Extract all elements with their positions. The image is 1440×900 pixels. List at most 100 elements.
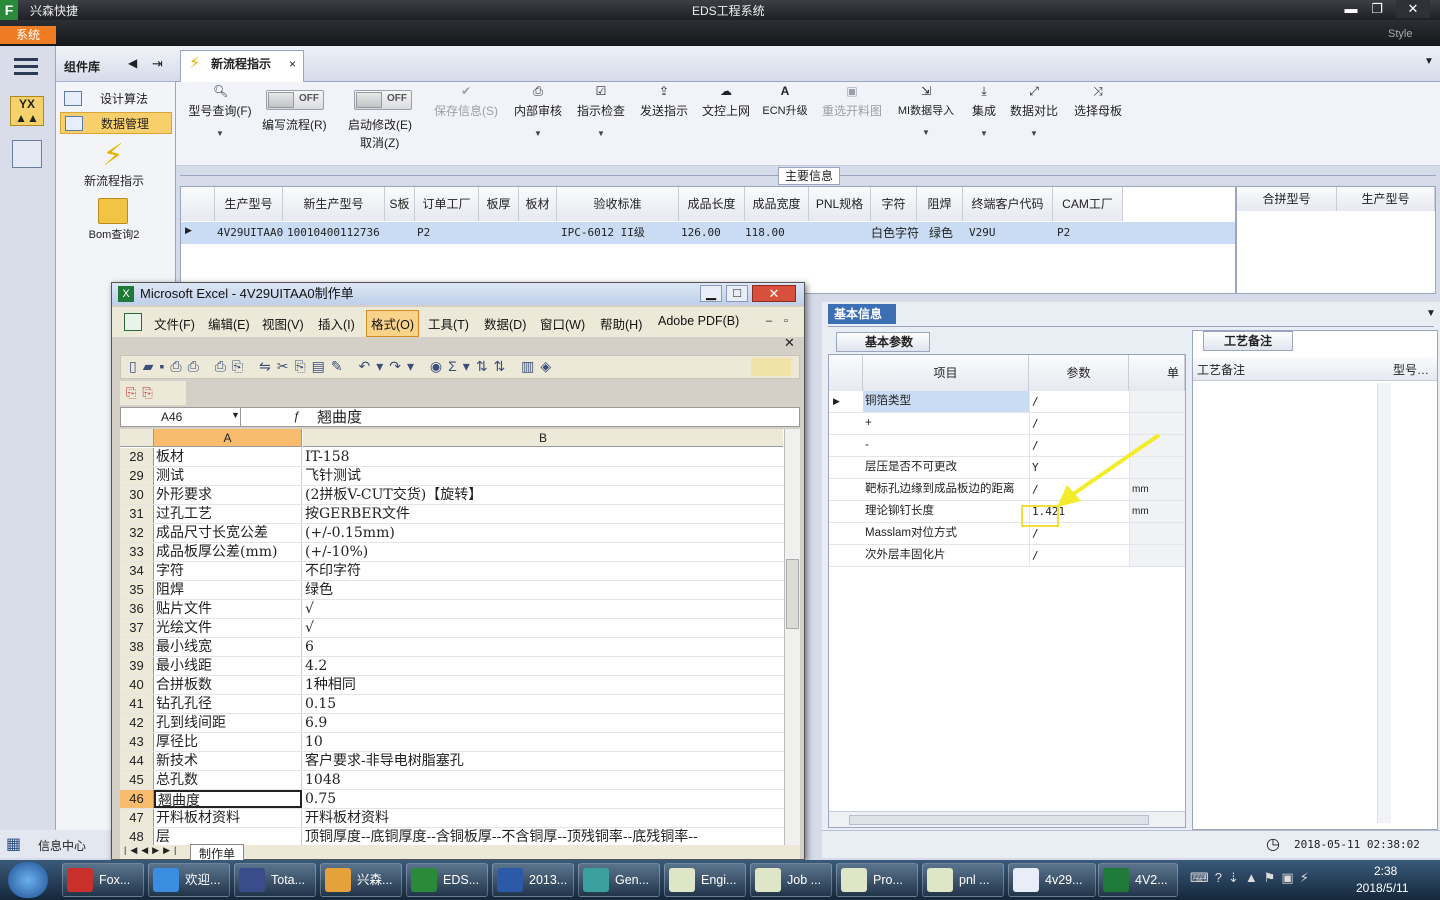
column-header[interactable]: 订单工厂 [415,187,479,221]
select-all-corner[interactable] [120,429,154,447]
tab-process-notes[interactable]: 工艺备注 [1203,331,1293,351]
style-label[interactable]: Style [1388,28,1412,40]
maximize-button[interactable]: ❐ [1360,0,1394,18]
instruction-check-button[interactable]: ☑ 指示检查 ▼ [574,82,628,166]
collapse-left-icon[interactable]: ◀ [128,56,137,70]
column-header-a[interactable]: A [154,429,302,447]
tree-item-data-management[interactable]: 数据管理 [60,112,172,134]
column-header[interactable]: 生产型号 [215,187,283,221]
cell-solder-mask[interactable]: 绿色 [929,223,953,243]
menu-help[interactable]: 帮助(H) [600,314,642,333]
table-row[interactable]: 43 厚径比 10 [120,733,784,752]
excel-close-button[interactable]: ✕ [752,285,796,302]
taskbar-item[interactable]: 4v29... [1008,863,1096,897]
taskbar-item[interactable]: Pro... [836,863,918,897]
table-row[interactable]: 30 外形要求 (2拼板V-CUT交货)【旋转】 [120,486,784,505]
tab-close-icon[interactable]: × [289,51,296,77]
basic-info-tab[interactable]: 基本信息 [828,304,896,324]
name-box-dropdown-icon[interactable]: ▼ [231,410,240,420]
ecn-upgrade-button[interactable]: A ECN升级 [760,82,810,166]
table-row[interactable]: 47 开料板材资料 开料板材资料 [120,809,784,828]
column-header[interactable]: 型号… [1393,361,1429,378]
column-header[interactable]: 项目 [863,355,1029,391]
sheet-nav-icons[interactable]: |◀◀▶▶| [124,845,180,856]
column-header[interactable]: CAM工厂 [1053,187,1123,221]
taskbar-item[interactable]: Fox... [62,863,144,897]
column-header[interactable]: 阻焊 [917,187,963,221]
menu-edit[interactable]: 编辑(E) [208,314,250,333]
taskbar-item[interactable]: Job ... [750,863,832,897]
table-row[interactable]: 31 过孔工艺 按GERBER文件 [120,505,784,524]
fill-color-icon[interactable] [751,358,791,376]
horizontal-scrollbar[interactable] [829,811,1185,827]
taskbar-item[interactable]: 欢迎... [148,863,230,897]
excel-minimize-button[interactable]: ▁ [700,285,722,302]
table-row[interactable]: 33 成品板厚公差(mm) (+/-10%) [120,543,784,562]
table-row[interactable]: 38 最小线宽 6 [120,638,784,657]
yx-module-icon[interactable]: YX ▲▲ [10,96,44,126]
excel-maximize-button[interactable]: □ [726,285,748,302]
internal-audit-button[interactable]: ⎙ 内部审核 ▼ [510,82,566,166]
start-edit-toggle[interactable]: OFF [354,90,412,110]
menu-format[interactable]: 格式(O) [366,310,420,337]
table-row[interactable]: 40 合拼板数 1种相同 [120,676,784,695]
data-compare-button[interactable]: ⤢ 数据对比 ▼ [1008,82,1060,166]
taskbar-item[interactable]: Gen... [578,863,660,897]
function-icon[interactable]: ƒ [293,409,300,423]
cell-silkscreen[interactable]: 白色字符 [871,223,919,243]
table-row[interactable]: 39 最小线距 4.2 [120,657,784,676]
workbook-close-icon[interactable]: ✕ [784,335,795,351]
cell-customer-code[interactable]: V29U [969,223,996,243]
table-row[interactable]: 32 成品尺寸长宽公差 (+/-0.15mm) [120,524,784,543]
integrate-button[interactable]: ⤓ 集成 ▼ [966,82,1002,166]
select-master-board-button[interactable]: ⤨ 选择母板 [1072,82,1124,166]
folder-icon[interactable] [98,198,128,224]
taskbar-item[interactable]: EDS... [406,863,488,897]
column-header[interactable]: 终端客户代码 [963,187,1053,221]
mi-data-import-button[interactable]: ⇲ MI数据导入 ▼ [894,82,958,166]
column-header[interactable]: 成品宽度 [745,187,809,221]
taskbar-item[interactable]: Engi... [664,863,746,897]
new-flow-shortcut-label[interactable]: 新流程指示 [56,172,172,189]
hamburger-menu-icon[interactable] [14,58,38,76]
write-flow-toggle[interactable]: OFF [266,90,324,110]
column-header[interactable]: 工艺备注 [1197,361,1245,378]
dropdown-arrow-icon[interactable]: ▼ [1008,129,1060,138]
table-row[interactable]: 35 阻焊 绿色 [120,581,784,600]
dropdown-arrow-icon[interactable]: ▼ [894,128,958,137]
column-header[interactable]: 生产型号 [1337,187,1435,211]
column-header-b[interactable]: B [303,429,783,447]
column-header[interactable]: 单位 [1129,355,1185,391]
start-button[interactable] [8,862,48,898]
taskbar-item[interactable]: 4V2... [1098,863,1178,897]
column-header[interactable]: 成品长度 [679,187,745,221]
publish-online-button[interactable]: ☁ 文控上网 [700,82,752,166]
name-box[interactable]: A46 [121,408,241,426]
dropdown-arrow-icon[interactable]: ▼ [574,129,628,138]
column-header[interactable]: S板 [385,187,415,221]
table-row[interactable]: ▶ 4V29UITAA0 10010400112736 P2 IPC-6012 … [181,222,1235,244]
table-row[interactable]: 45 总孔数 1048 [120,771,784,790]
column-header[interactable]: 板厚 [479,187,519,221]
taskbar-item[interactable]: Tota... [234,863,316,897]
table-row[interactable]: 29 测试 飞针测试 [120,467,784,486]
cell-width[interactable]: 118.00 [745,223,785,243]
tree-item-design-algorithm[interactable]: 设计算法 [60,88,172,110]
column-header[interactable]: 验收标准 [557,187,679,221]
pin-icon[interactable]: ⇥ [152,56,163,72]
table-row[interactable]: 44 新技术 客户要求-非导电树脂塞孔 [120,752,784,771]
table-row[interactable]: Masslam对位方式 / [829,523,1185,545]
column-header[interactable]: PNL规格 [809,187,871,221]
model-query-button[interactable]: 🔍︎ 型号查询(F) ▼ [184,82,256,166]
toolbar-icons[interactable]: ▯▰▪⎙⎙ ⎙⎘ ⇋✂⎘▤✎ ↶▾↷▾ ◉Σ▾⇅⇅ ▥◈ [129,358,557,375]
cell-cam-factory[interactable]: P2 [1057,223,1070,243]
vertical-scrollbar[interactable] [784,429,800,847]
table-row[interactable]: 42 孔到线间距 6.9 [120,714,784,733]
column-header[interactable]: 参数 [1029,355,1129,391]
cell-new-production-model[interactable]: 10010400112736 [287,223,380,243]
cell-production-model[interactable]: 4V29UITAA0 [217,223,283,243]
menu-tools[interactable]: 工具(T) [428,314,469,333]
taskbar-item[interactable]: 2013... [492,863,574,897]
cell-order-factory[interactable]: P2 [417,223,430,243]
table-row[interactable]: 28 板材 IT-158 [120,448,784,467]
